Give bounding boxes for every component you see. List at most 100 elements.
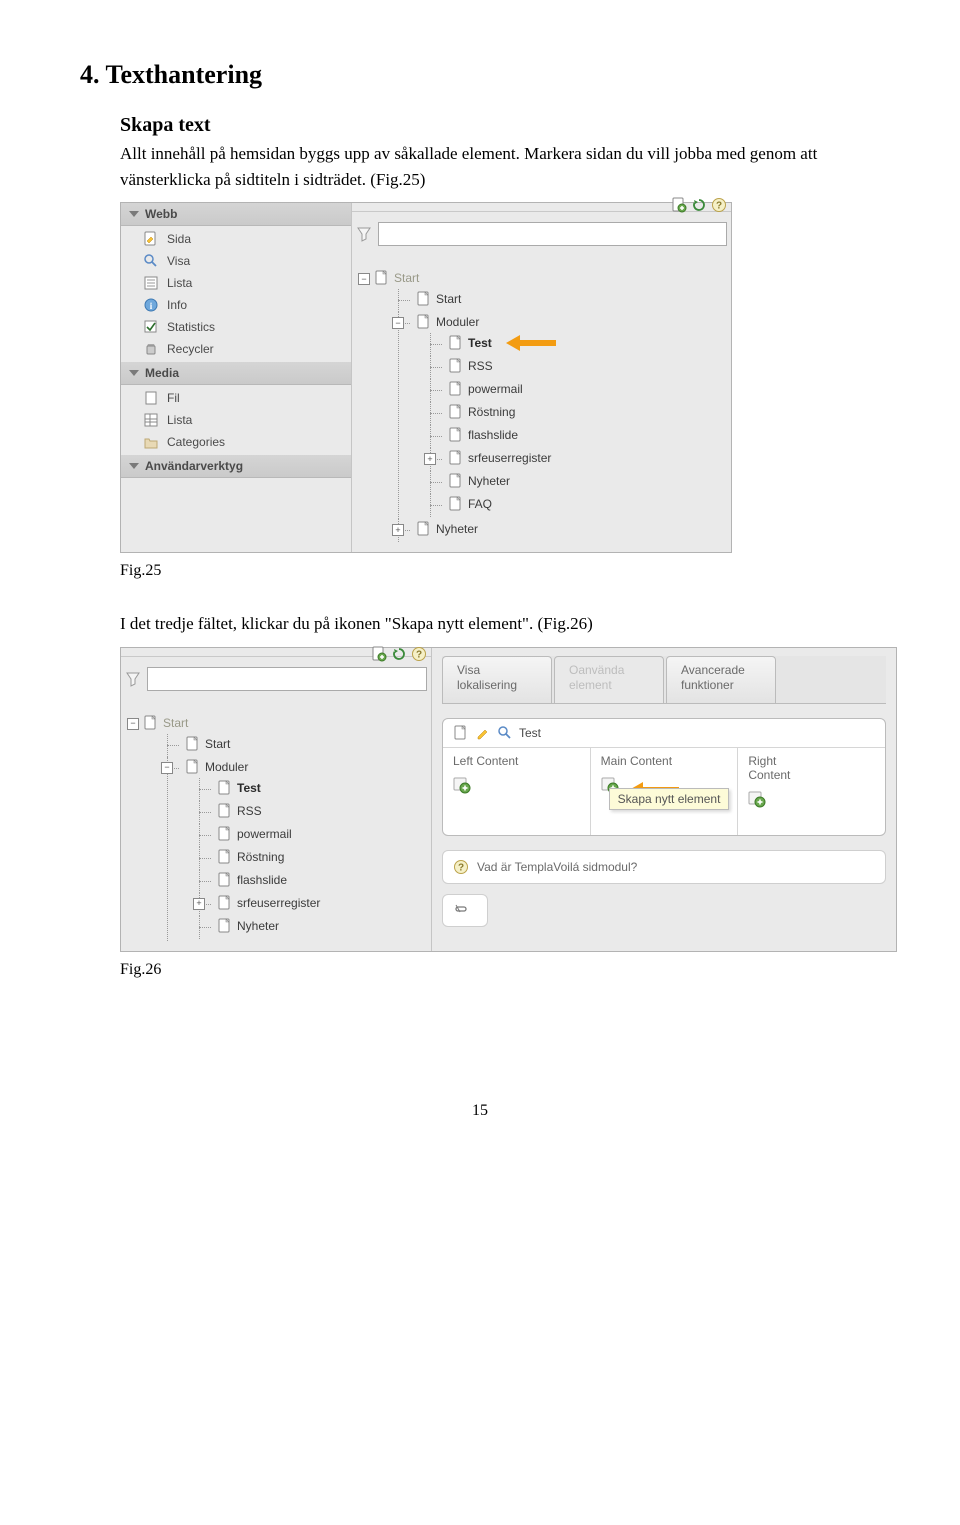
tree-toggle[interactable]: − xyxy=(358,273,370,285)
pencil-icon[interactable] xyxy=(475,725,491,741)
tab[interactable]: Visalokalisering xyxy=(442,656,552,703)
tree-node-label: Nyheter xyxy=(237,919,279,933)
tab[interactable]: Avanceradefunktioner xyxy=(666,656,776,703)
tree-node[interactable]: Start xyxy=(143,715,188,731)
tree-toggle[interactable]: − xyxy=(392,317,404,329)
page-icon xyxy=(217,895,233,911)
figure-26: −StartStart−ModulerTestRSSpowermailRöstn… xyxy=(120,647,897,952)
page-icon xyxy=(448,450,464,466)
tree-node-label: Test xyxy=(468,336,492,350)
tree-toggle[interactable]: + xyxy=(424,453,436,465)
add-element-button[interactable] xyxy=(453,776,471,794)
page-tree: −StartStart−ModulerTestRSSpowermailRöstn… xyxy=(352,260,731,552)
tree-toggle[interactable]: + xyxy=(392,524,404,536)
module-menu-label: Lista xyxy=(167,276,192,290)
fig25-caption: Fig.25 xyxy=(120,559,880,583)
module-menu-item[interactable]: Info xyxy=(121,294,351,316)
page-icon xyxy=(374,270,390,286)
tree-node[interactable]: Moduler xyxy=(416,314,479,330)
page-icon xyxy=(217,918,233,934)
page-icon xyxy=(185,759,201,775)
tree-toggle[interactable]: − xyxy=(161,762,173,774)
tree-node-label: flashslide xyxy=(237,873,287,887)
tree-node[interactable]: Nyheter xyxy=(416,521,478,537)
add-element-button[interactable] xyxy=(748,790,766,808)
module-menu-label: Info xyxy=(167,298,187,312)
tree-node[interactable]: Röstning xyxy=(448,404,515,420)
refresh-icon[interactable] xyxy=(691,197,707,213)
module-group-header[interactable]: Webb xyxy=(121,203,351,226)
module-menu-item[interactable]: Sida xyxy=(121,228,351,250)
help-icon[interactable] xyxy=(711,197,727,213)
tree-node[interactable]: Test xyxy=(448,335,556,351)
fig26-caption: Fig.26 xyxy=(120,958,880,982)
tab-label: Visa xyxy=(457,663,480,677)
tree-node[interactable]: srfeuserregister xyxy=(217,895,320,911)
tree-node[interactable]: Nyheter xyxy=(448,473,510,489)
tree-node[interactable]: RSS xyxy=(448,358,493,374)
tree-node[interactable]: Moduler xyxy=(185,759,248,775)
tab: Oanvändaelement xyxy=(554,656,664,703)
module-menu-item[interactable]: Categories xyxy=(121,431,351,453)
highlight-arrow-icon xyxy=(506,337,556,349)
module-menu-item[interactable]: Lista xyxy=(121,409,351,431)
tree-node-label: RSS xyxy=(468,359,493,373)
tree-node-label: Start xyxy=(394,271,419,285)
tree-filter-row xyxy=(352,220,731,252)
funnel-icon[interactable] xyxy=(356,226,372,242)
refresh-icon[interactable] xyxy=(391,646,407,662)
tree-toggle[interactable]: + xyxy=(193,898,205,910)
module-menu-label: Categories xyxy=(167,435,225,449)
tree-node-label: Start xyxy=(205,737,230,751)
tree-node-label: Röstning xyxy=(468,405,515,419)
content-title: Test xyxy=(519,726,541,740)
tree-filter-input[interactable] xyxy=(378,222,727,246)
tree-node-label: RSS xyxy=(237,804,262,818)
tree-node-label: Test xyxy=(237,781,261,795)
page-number: 15 xyxy=(80,1102,880,1120)
page-icon xyxy=(448,381,464,397)
module-menu-item[interactable]: Visa xyxy=(121,250,351,272)
info-box[interactable]: Vad är TemplaVoilá sidmodul? xyxy=(442,850,886,884)
page-icon xyxy=(448,473,464,489)
list-icon xyxy=(143,275,159,291)
tree-toggle[interactable]: − xyxy=(127,718,139,730)
tree-node[interactable]: Start xyxy=(374,270,419,286)
mini-box[interactable] xyxy=(442,894,488,927)
tree-filter-input-2[interactable] xyxy=(147,667,427,691)
checkbox-icon xyxy=(143,319,159,335)
magnifier-icon[interactable] xyxy=(497,725,513,741)
page-icon xyxy=(416,521,432,537)
tree-node[interactable]: powermail xyxy=(217,826,292,842)
module-menu-label: Statistics xyxy=(167,320,215,334)
tree-node[interactable]: Start xyxy=(416,291,461,307)
column-label: RightContent xyxy=(748,754,875,782)
tab-label: funktioner xyxy=(681,678,734,692)
tree-node[interactable]: flashslide xyxy=(448,427,518,443)
module-menu-item[interactable]: Fil xyxy=(121,387,351,409)
help-icon[interactable] xyxy=(411,646,427,662)
tree-filter-row-2 xyxy=(121,665,431,697)
new-record-icon[interactable] xyxy=(671,197,687,213)
module-group-header[interactable]: Media xyxy=(121,362,351,385)
tree-node[interactable]: Nyheter xyxy=(217,918,279,934)
module-menu-item[interactable]: Statistics xyxy=(121,316,351,338)
funnel-icon[interactable] xyxy=(125,671,141,687)
content-column: Main ContentSkapa nytt element xyxy=(591,748,739,835)
module-menu-label: Recycler xyxy=(167,342,214,356)
module-menu-item[interactable]: Lista xyxy=(121,272,351,294)
module-menu-item[interactable]: Recycler xyxy=(121,338,351,360)
new-record-icon[interactable] xyxy=(371,646,387,662)
tree-node[interactable]: FAQ xyxy=(448,496,492,512)
column-label: Left Content xyxy=(453,754,580,768)
tree-node[interactable]: powermail xyxy=(448,381,523,397)
section2-paragraph: I det tredje fältet, klickar du på ikone… xyxy=(120,611,880,637)
module-group-header[interactable]: Användarverktyg xyxy=(121,455,351,478)
tree-node-label: Röstning xyxy=(237,850,284,864)
tree-node[interactable]: Röstning xyxy=(217,849,284,865)
tree-node[interactable]: flashslide xyxy=(217,872,287,888)
tree-node[interactable]: srfeuserregister xyxy=(448,450,551,466)
tree-node[interactable]: RSS xyxy=(217,803,262,819)
tree-node[interactable]: Test xyxy=(217,780,261,796)
tree-node[interactable]: Start xyxy=(185,736,230,752)
